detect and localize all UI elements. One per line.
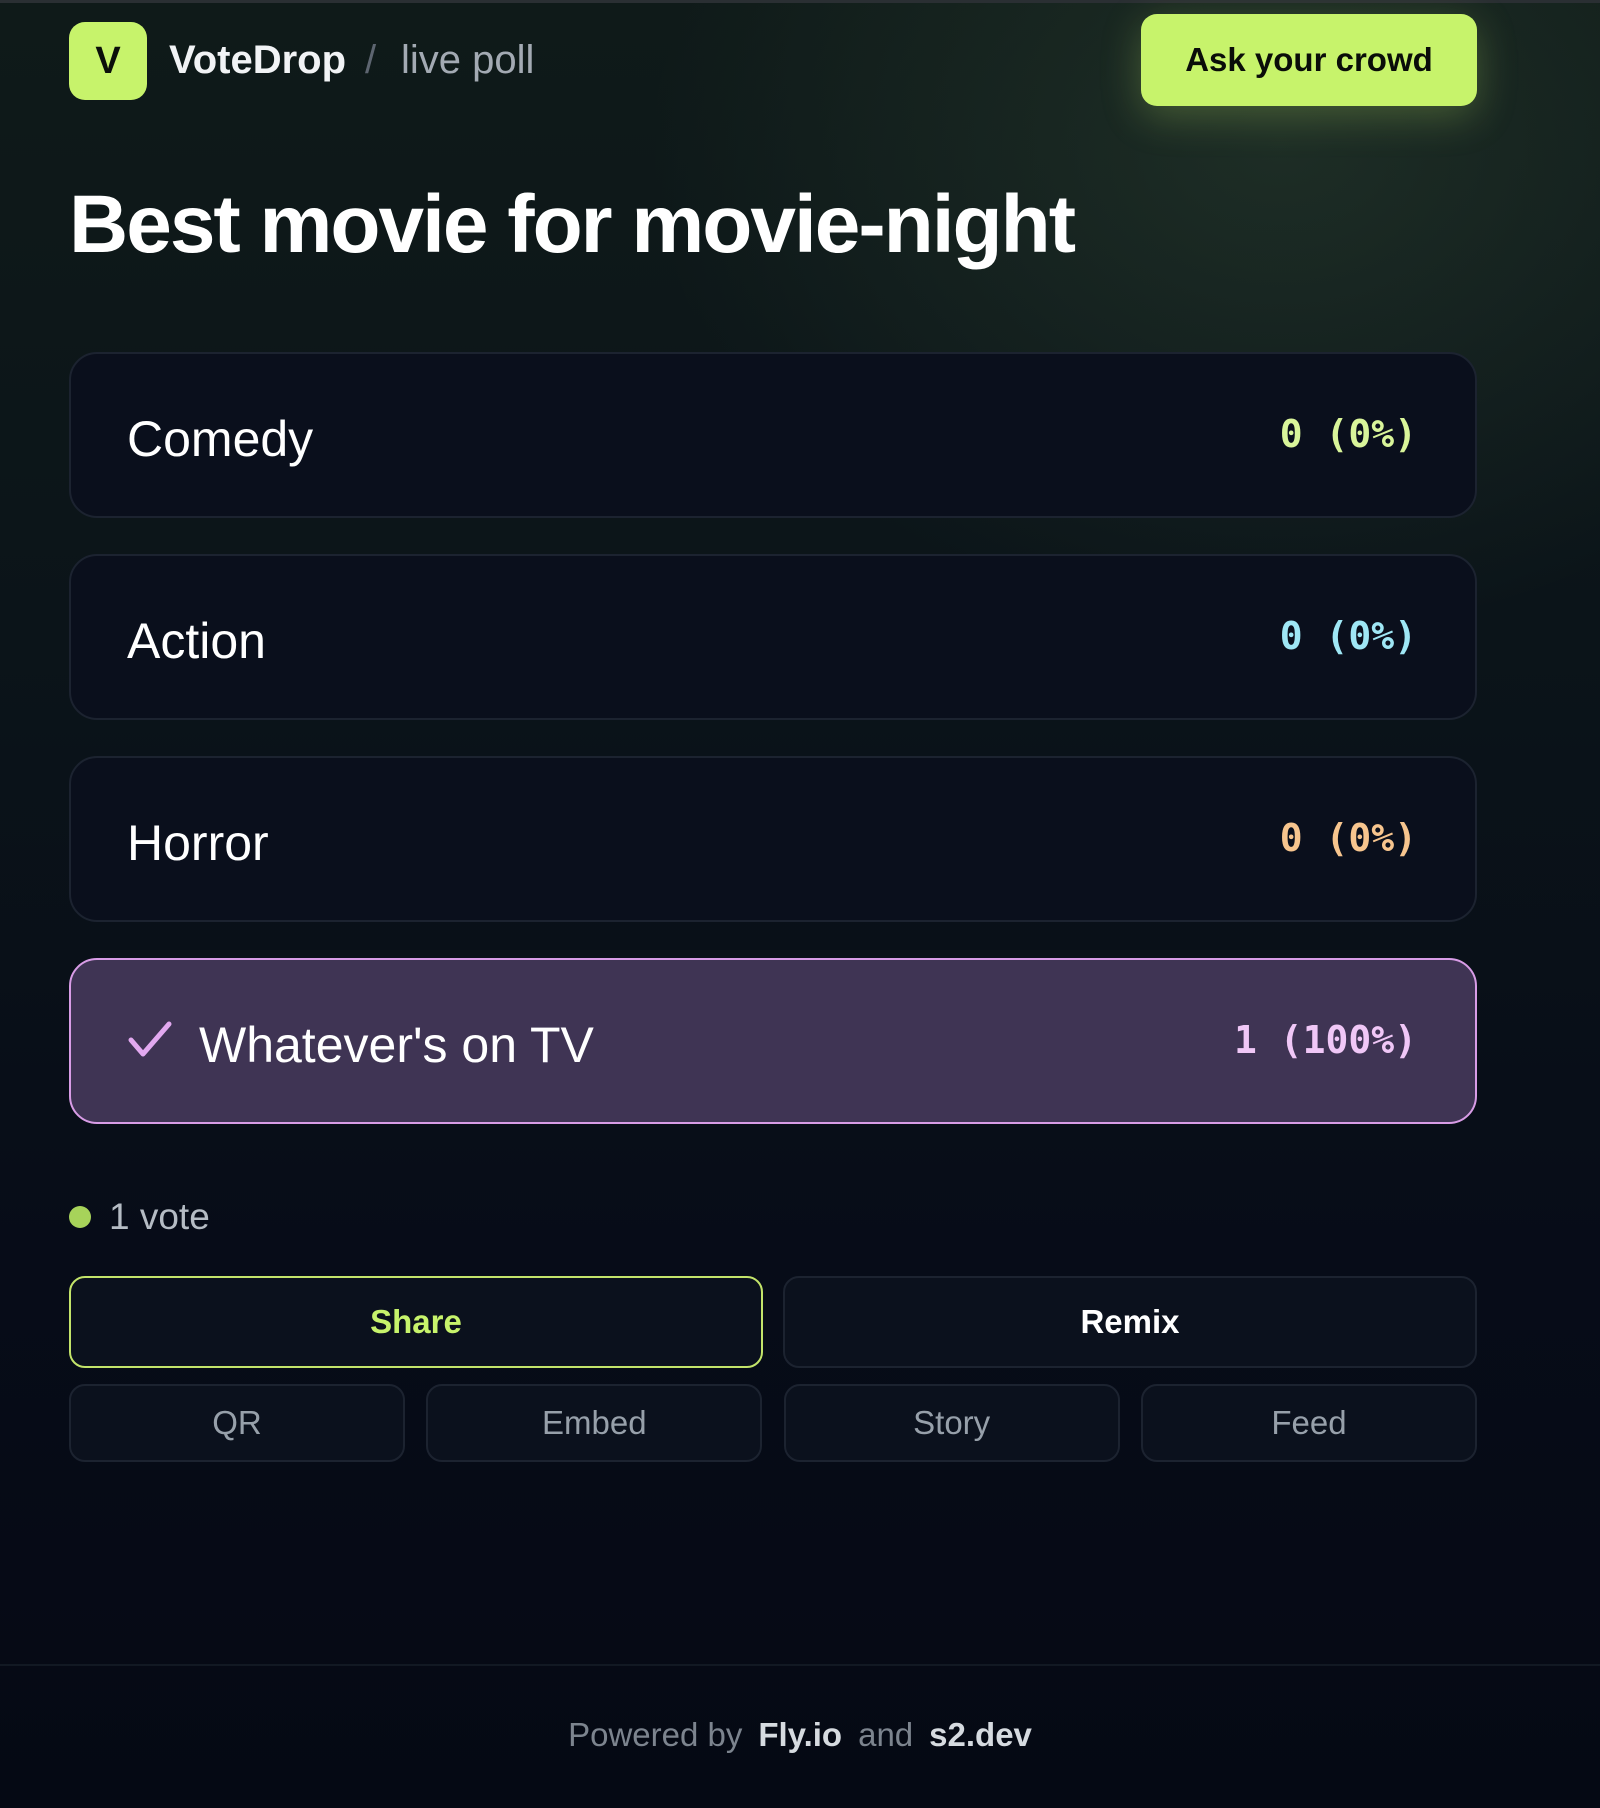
option-count: 0 (0%) (1279, 412, 1417, 456)
brand-name[interactable]: VoteDrop (169, 38, 346, 83)
poll-option-whatevers-on-tv[interactable]: Whatever's on TV 1 (100%) (69, 958, 1477, 1124)
option-label: Action (127, 613, 266, 669)
logo-badge[interactable]: V (69, 22, 147, 100)
share-button[interactable]: Share (69, 1276, 763, 1368)
window-top-border (0, 0, 1600, 3)
remix-button[interactable]: Remix (783, 1276, 1477, 1368)
checkmark-icon (128, 1021, 172, 1057)
poll-option-horror[interactable]: Horror 0 (0%) (69, 756, 1477, 922)
poll-option-action[interactable]: Action 0 (0%) (69, 554, 1477, 720)
live-dot-icon (69, 1206, 91, 1228)
vote-count: 1 vote (109, 1196, 210, 1237)
option-label: Whatever's on TV (199, 1017, 594, 1073)
breadcrumb-separator: / (365, 38, 377, 82)
primary-actions: Share Remix (69, 1276, 1477, 1368)
option-count: 1 (100%) (1233, 1018, 1417, 1062)
secondary-actions: QR Embed Story Feed (69, 1384, 1477, 1462)
option-label: Comedy (127, 411, 314, 467)
option-count: 0 (0%) (1279, 816, 1417, 860)
poll-option-comedy[interactable]: Comedy 0 (0%) (69, 352, 1477, 518)
breadcrumb-live-poll: live poll (401, 38, 535, 82)
fly-io-link[interactable]: Fly.io (758, 1716, 842, 1753)
poll-options: Comedy 0 (0%) Action 0 (0%) Horror 0 (0%… (69, 352, 1477, 1160)
poll-title: Best movie for movie-night (69, 179, 1076, 270)
footer: Powered by Fly.io and s2.dev (0, 1716, 1600, 1754)
option-label: Horror (127, 815, 269, 871)
footer-divider (0, 1664, 1600, 1666)
embed-button[interactable]: Embed (426, 1384, 763, 1462)
qr-button[interactable]: QR (69, 1384, 405, 1462)
vote-status: 1 vote (69, 1194, 210, 1240)
feed-button[interactable]: Feed (1140, 1384, 1477, 1462)
powered-by-text: Powered by (568, 1716, 743, 1753)
and-text: and (858, 1716, 914, 1753)
app-header: V VoteDrop / live poll Ask your crowd (69, 14, 1477, 106)
ask-your-crowd-button[interactable]: Ask your crowd (1141, 14, 1477, 106)
option-count: 0 (0%) (1279, 614, 1417, 658)
s2-dev-link[interactable]: s2.dev (929, 1716, 1032, 1753)
story-button[interactable]: Story (783, 1384, 1120, 1462)
